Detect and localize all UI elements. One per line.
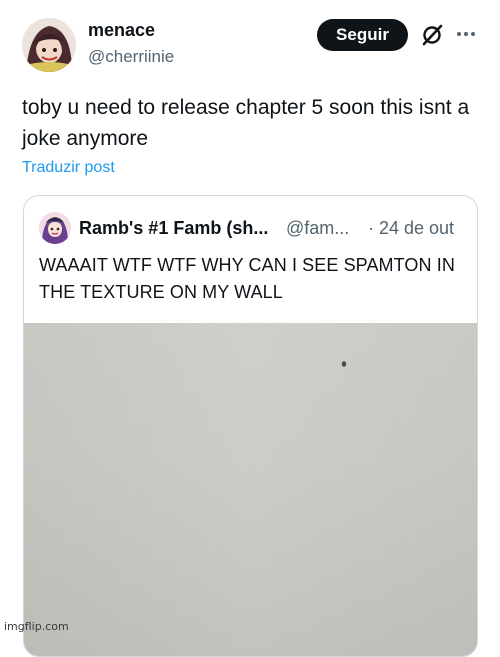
quote-text: WAAAIT WTF WTF WHY CAN I SEE SPAMTON IN … [39,255,455,302]
translate-post-link[interactable]: Traduzir post [22,159,115,177]
author-avatar[interactable] [22,18,76,72]
author-display-name[interactable]: menace [88,20,155,41]
watermark: imgflip.com [4,620,69,633]
author-handle[interactable]: @cherriinie [88,47,174,67]
grok-icon[interactable] [420,23,444,47]
quoted-post-card[interactable]: Ramb's #1 Famb (sh... @fam... · 24 de ou… [23,195,478,657]
post-text: toby u need to release chapter 5 soon th… [22,96,470,150]
quote-author-avatar [39,212,71,244]
quote-date: · 24 de out [368,218,455,238]
more-icon[interactable] [455,23,477,45]
quote-author-display-name: Ramb's #1 Famb (sh... [79,218,269,238]
quote-author-handle: @fam... [286,218,350,238]
wall-texture-photo[interactable] [24,323,477,656]
follow-button[interactable]: Seguir [317,19,408,51]
